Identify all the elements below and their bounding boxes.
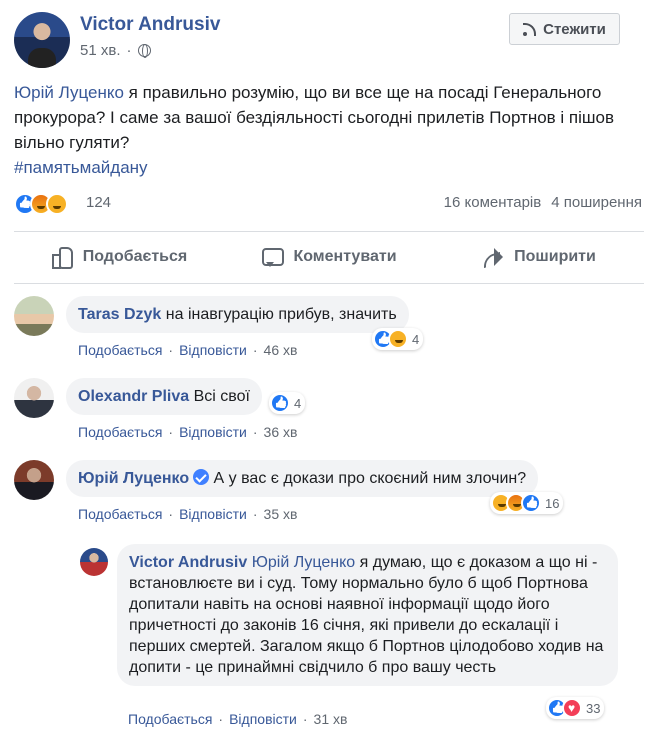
- share-button[interactable]: Поширити: [434, 232, 644, 282]
- comment-text: Всі свої: [193, 388, 250, 405]
- commenter-name[interactable]: Olexandr Pliva: [78, 388, 189, 405]
- author-name[interactable]: Victor Andrusiv: [80, 14, 220, 36]
- reply-bubble: Victor Andrusiv Юрій Луценко я думаю, що…: [117, 544, 618, 686]
- reply-reactions[interactable]: 33: [546, 697, 605, 719]
- shares-count[interactable]: 4 поширення: [551, 194, 642, 211]
- reply-reaction-count: 33: [586, 700, 601, 716]
- comment-bubble: Taras Dzyk на інавгурацію прибув, значит…: [66, 296, 409, 333]
- post-header: Victor Andrusiv 51 хв. · Стежити: [0, 0, 650, 70]
- post-meta: 51 хв. ·: [80, 42, 151, 59]
- comment-bubble: Юрій Луценко А у вас є докази про скоєни…: [66, 460, 539, 497]
- like-reaction-icon: [270, 393, 290, 413]
- comment-label: Коментувати: [293, 248, 397, 265]
- comment-text: на інавгурацію прибув, значить: [165, 306, 397, 323]
- like-label: Подобається: [82, 248, 188, 265]
- post-stats: 16 коментарів 4 поширення: [444, 194, 642, 211]
- haha-reaction-icon: [388, 329, 408, 349]
- comment-reply-link[interactable]: Відповісти: [179, 424, 247, 440]
- author-avatar[interactable]: [14, 12, 70, 68]
- post-hashtag[interactable]: #памятьмайдану: [14, 158, 148, 177]
- comment-time[interactable]: 35 хв: [264, 506, 298, 522]
- follow-label: Стежити: [543, 20, 606, 38]
- comment-actions: Подобається · Відповісти · 36 хв: [78, 424, 298, 440]
- replier-name[interactable]: Victor Andrusiv: [129, 554, 247, 571]
- reply-time[interactable]: 31 хв: [314, 711, 348, 727]
- comment-like-link[interactable]: Подобається: [78, 342, 162, 358]
- love-reaction-icon: [562, 698, 582, 718]
- comment-like-link[interactable]: Подобається: [78, 506, 162, 522]
- comment-reply-link[interactable]: Відповісти: [179, 342, 247, 358]
- reaction-count[interactable]: 124: [86, 194, 111, 211]
- comment-reactions[interactable]: 16: [490, 492, 564, 514]
- like-icon: [51, 246, 73, 269]
- rss-icon: [523, 22, 537, 36]
- commenter-avatar[interactable]: [14, 296, 54, 336]
- comment-actions: Подобається · Відповісти · 46 хв: [78, 342, 298, 358]
- commenter-name[interactable]: Юрій Луценко: [78, 470, 189, 487]
- reply-reply-link[interactable]: Відповісти: [229, 711, 297, 727]
- post-text: Юрій Луценко я правильно розумію, що ви …: [14, 80, 644, 180]
- comment-actions: Подобається · Відповісти · 35 хв: [78, 506, 298, 522]
- comment-reactions[interactable]: 4: [372, 328, 424, 350]
- comment-text: А у вас є докази про скоєний ним злочин?: [213, 470, 527, 487]
- haha-reaction-icon: [46, 193, 68, 215]
- reactions-bar: 124 16 коментарів 4 поширення: [14, 190, 644, 220]
- post-mention[interactable]: Юрій Луценко: [14, 83, 124, 102]
- commenter-avatar[interactable]: [14, 460, 54, 500]
- comment-like-link[interactable]: Подобається: [78, 424, 162, 440]
- reply-mention[interactable]: Юрій Луценко: [252, 554, 355, 571]
- replier-avatar[interactable]: [80, 548, 108, 576]
- comment-reactions[interactable]: 4: [269, 392, 306, 414]
- share-icon: [482, 246, 504, 268]
- comment-reaction-count: 16: [545, 495, 560, 511]
- comments-count[interactable]: 16 коментарів: [444, 194, 542, 211]
- comment-time[interactable]: 36 хв: [264, 424, 298, 440]
- reaction-summary[interactable]: [14, 193, 68, 215]
- share-label: Поширити: [514, 248, 596, 265]
- commenter-avatar[interactable]: [14, 378, 54, 418]
- reply-like-link[interactable]: Подобається: [128, 711, 212, 727]
- comment-button[interactable]: Коментувати: [224, 232, 434, 282]
- post-actions: Подобається Коментувати Поширити: [14, 232, 644, 282]
- globe-icon[interactable]: [137, 44, 151, 58]
- divider: [14, 283, 644, 284]
- comment-bubble: Olexandr Pliva Всі свої: [66, 378, 262, 415]
- commenter-name[interactable]: Taras Dzyk: [78, 306, 161, 323]
- comment-reaction-count: 4: [412, 331, 420, 347]
- comment-time[interactable]: 46 хв: [264, 342, 298, 358]
- comment-icon: [261, 246, 285, 268]
- comment-reaction-count: 4: [294, 395, 302, 411]
- verified-badge-icon: [193, 469, 210, 485]
- reply-text: я думаю, що є доказом а що ні - встановл…: [129, 554, 604, 676]
- reply-actions: Подобається · Відповісти · 31 хв: [128, 711, 348, 727]
- follow-button[interactable]: Стежити: [509, 13, 620, 45]
- like-button[interactable]: Подобається: [14, 232, 224, 282]
- comment-reply-link[interactable]: Відповісти: [179, 506, 247, 522]
- post-time[interactable]: 51 хв.: [80, 42, 121, 59]
- like-reaction-icon: [521, 493, 541, 513]
